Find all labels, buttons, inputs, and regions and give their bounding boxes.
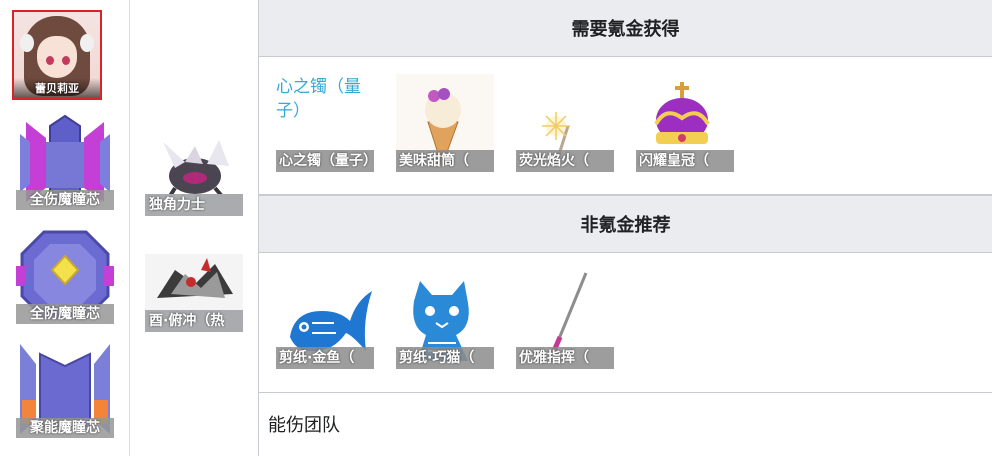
ally-unicorn-beetle[interactable]: 独角力士 <box>145 138 243 216</box>
ally-column <box>130 0 259 456</box>
item-baton[interactable]: 优雅指挥（ <box>516 271 614 369</box>
item-label: 剪纸·金鱼（ <box>276 347 374 369</box>
item-label: 心之镯（量子） <box>276 150 374 172</box>
portrait-ear <box>20 34 34 52</box>
item-label: 荧光焰火（ <box>516 150 614 172</box>
item-crown[interactable]: 闪耀皇冠（ <box>636 74 734 172</box>
portrait-eye <box>62 56 70 65</box>
free-items-row: 剪纸·金鱼（ 剪纸·巧猫（ 优雅指挥（ <box>259 253 992 393</box>
team-type-text: 能伤团队 <box>268 415 340 436</box>
core-energy[interactable]: 聚能魔瞳芯 <box>16 340 114 438</box>
ally-label: 酉·俯冲（热 <box>145 310 243 332</box>
character-name: 蕾贝莉亚 <box>35 82 79 95</box>
paid-section-heading: 需要氪金获得 <box>259 0 992 57</box>
portrait-eye <box>46 56 54 65</box>
free-section-heading: 非氪金推荐 <box>259 195 992 253</box>
paid-items-row: 心之镯（量子） 心之镯（量子） 美味甜筒（ 荧光焰火（ 闪耀皇冠（ <box>259 57 992 195</box>
item-papercut-goldfish[interactable]: 剪纸·金鱼（ <box>276 271 374 369</box>
core-all-damage[interactable]: 全伤魔瞳芯 <box>16 112 114 210</box>
ally-label: 独角力士 <box>145 194 243 216</box>
item-label: 优雅指挥（ <box>516 347 614 369</box>
portrait-ear <box>80 34 94 52</box>
item-sparkler[interactable]: 荧光焰火（ <box>516 74 614 172</box>
core-label: 全伤魔瞳芯 <box>16 190 114 210</box>
item-heart-bracelet[interactable]: 心之镯（量子） <box>276 74 374 172</box>
core-label: 全防魔瞳芯 <box>16 304 114 324</box>
item-label: 美味甜筒（ <box>396 150 494 172</box>
core-label: 聚能魔瞳芯 <box>16 418 114 438</box>
item-label: 剪纸·巧猫（ <box>396 347 494 369</box>
item-ice-cream[interactable]: 美味甜筒（ <box>396 74 494 172</box>
ally-rooster-dive[interactable]: 酉·俯冲（热 <box>145 254 243 332</box>
item-papercut-cat[interactable]: 剪纸·巧猫（ <box>396 271 494 369</box>
character-column: 蕾贝莉亚 全伤魔瞳芯 全防魔瞳芯 聚能魔瞳芯 <box>0 0 130 456</box>
core-all-defense[interactable]: 全防魔瞳芯 <box>16 226 114 324</box>
portrait-face <box>37 36 77 78</box>
item-label: 闪耀皇冠（ <box>636 150 734 172</box>
character-portrait[interactable]: 蕾贝莉亚 <box>12 10 102 100</box>
equipment-column: 需要氪金获得 心之镯（量子） 心之镯（量子） 美味甜筒（ 荧光焰火（ 闪耀皇冠（… <box>259 0 992 456</box>
